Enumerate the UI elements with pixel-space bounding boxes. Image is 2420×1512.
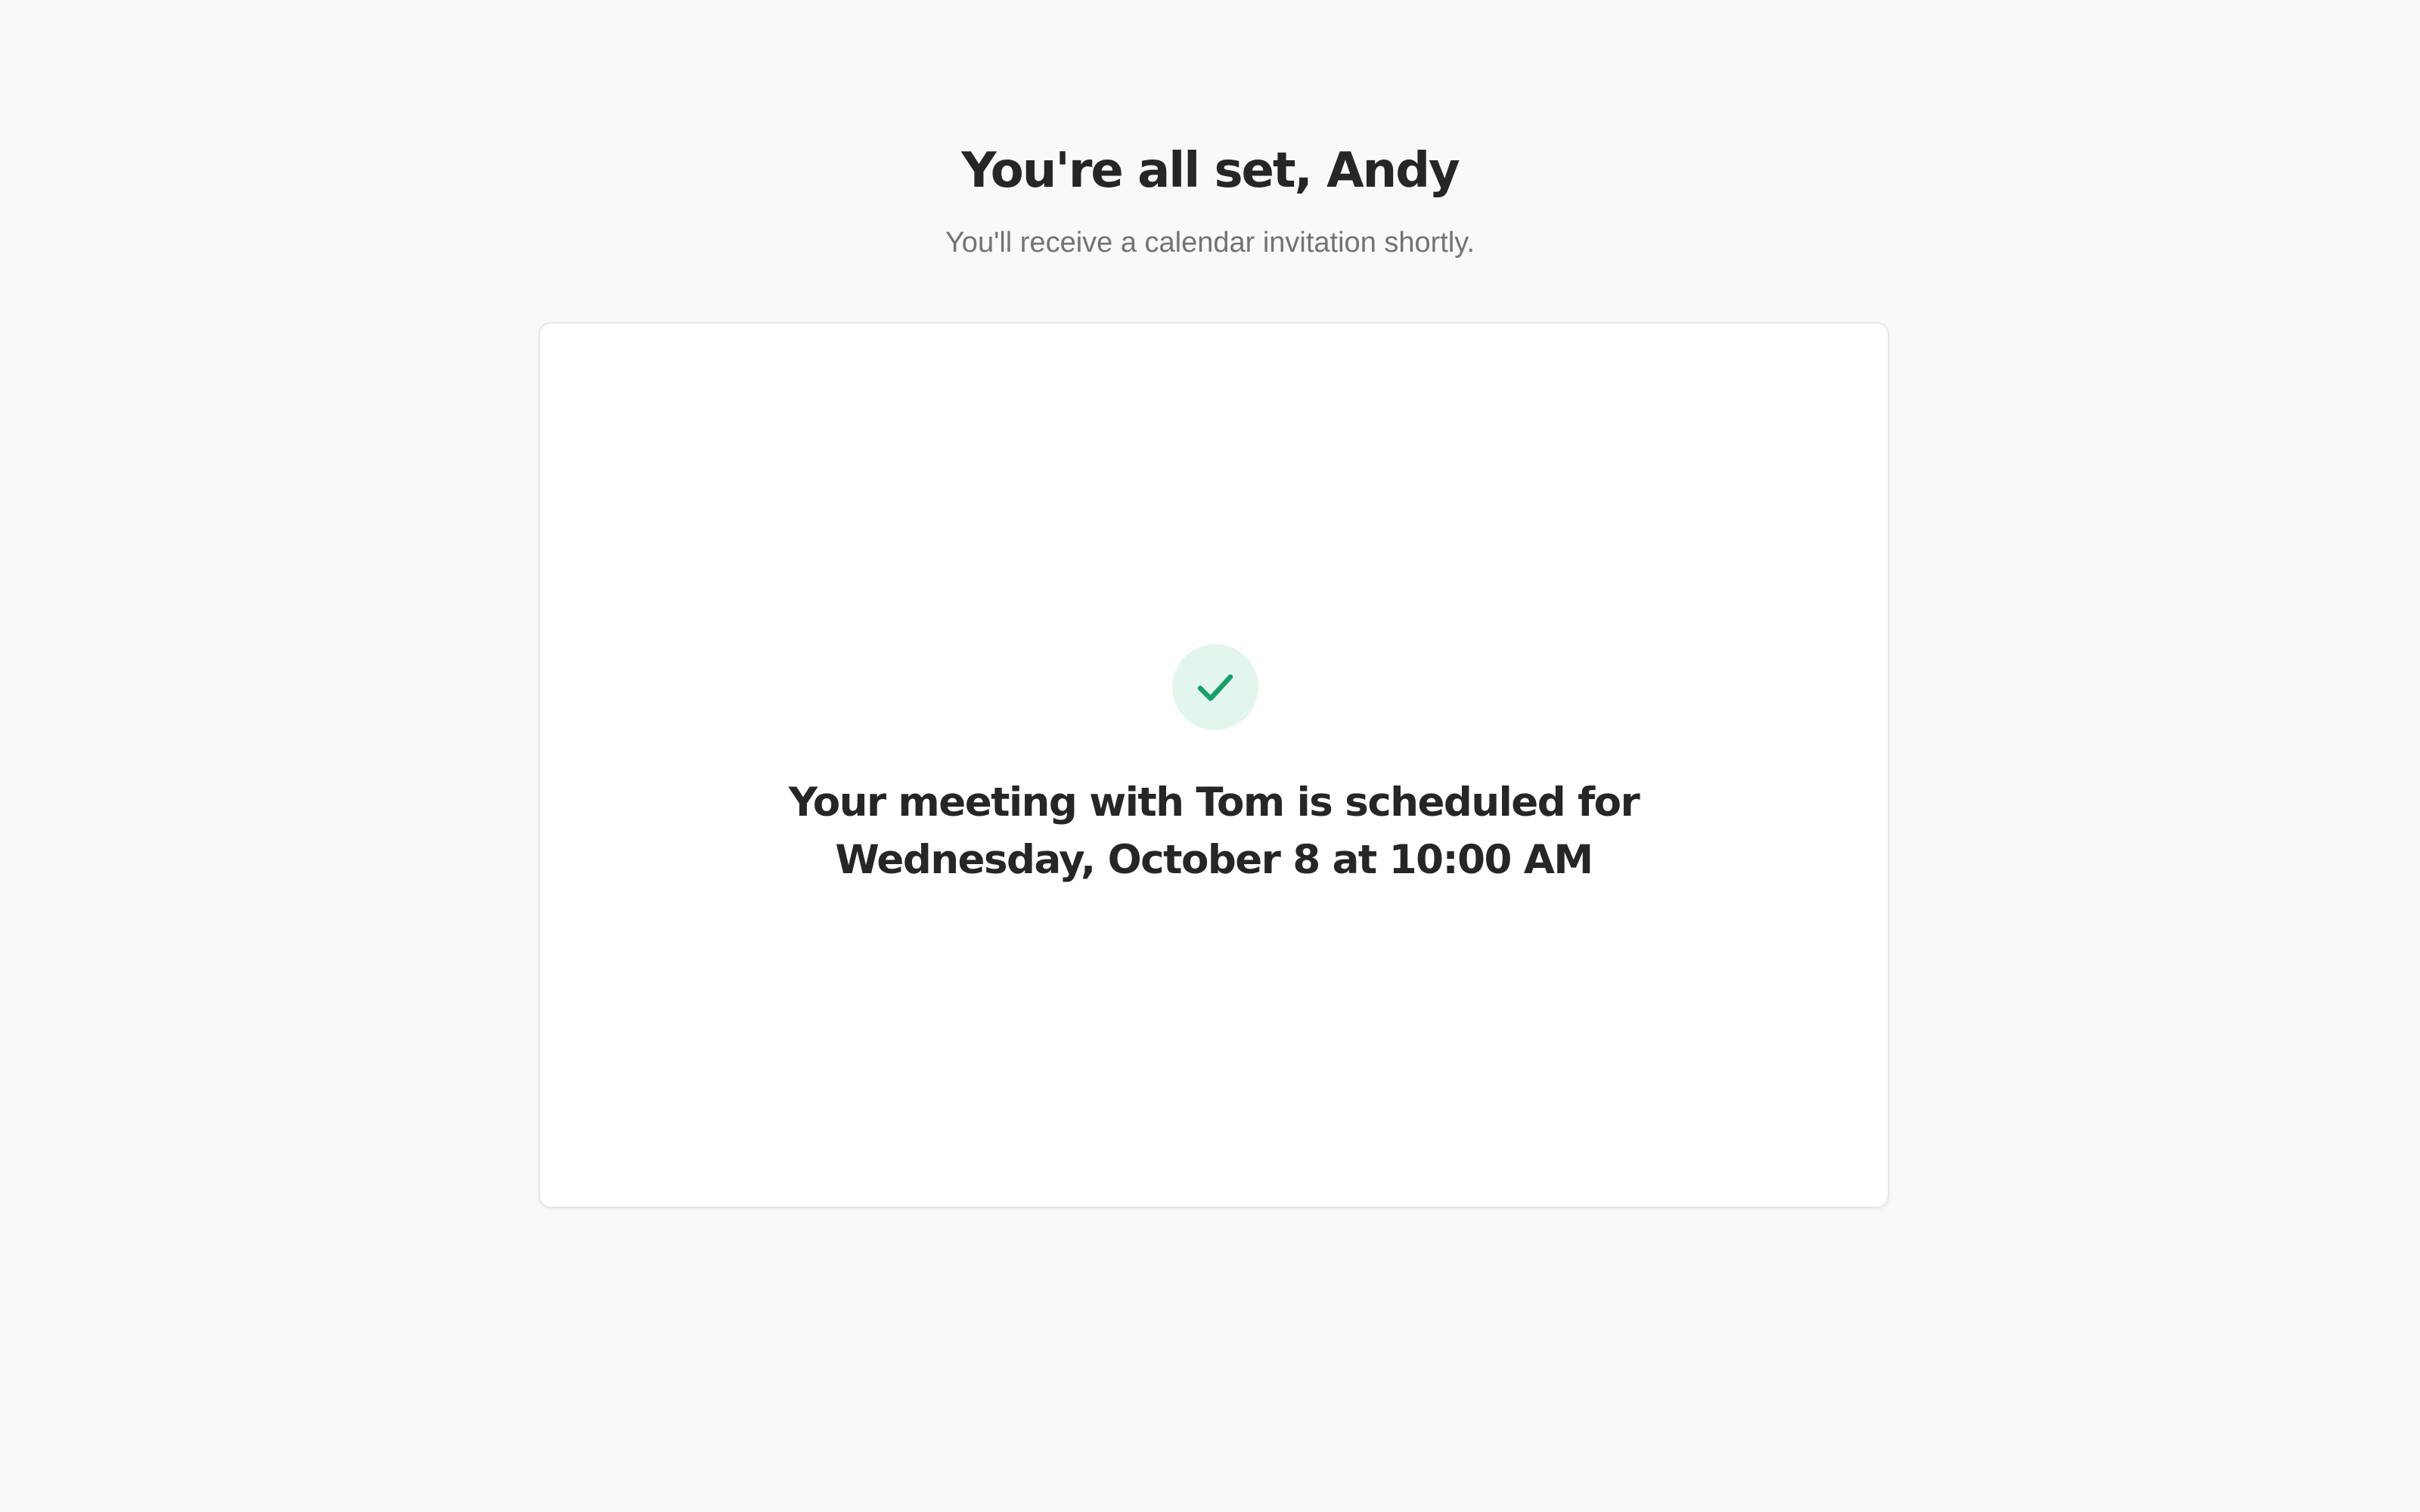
confirmation-card: Your meeting with Tom is scheduled for W… [538,322,1889,1208]
confirmation-message: Your meeting with Tom is scheduled for W… [540,774,1888,889]
confirmation-message-line2: Wednesday, October 8 at 10:00 AM [835,837,1593,883]
page-title: You're all set, Andy [961,143,1460,199]
confirmation-message-line1: Your meeting with Tom is scheduled for [788,779,1640,826]
page-subtitle: You'll receive a calendar invitation sho… [945,227,1475,259]
success-badge [1172,644,1258,730]
check-icon [1197,674,1233,702]
